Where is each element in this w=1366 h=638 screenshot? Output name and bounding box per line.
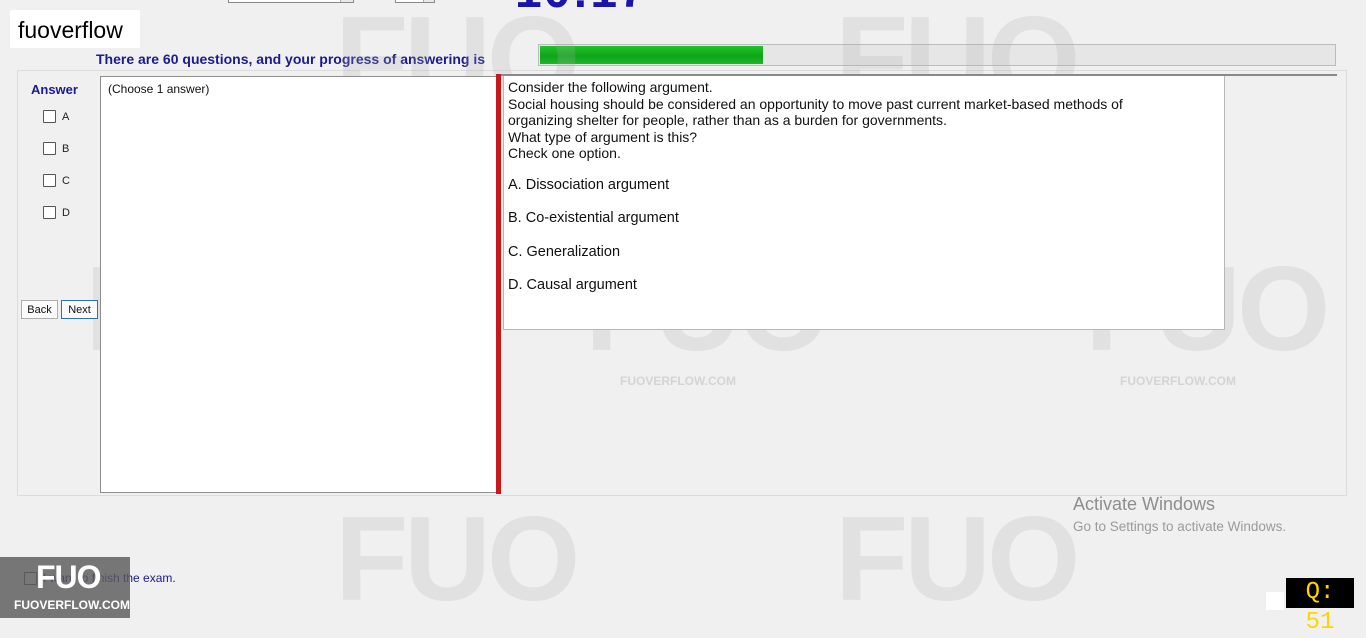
option-label: D: [62, 206, 70, 219]
progress-label: There are 60 questions, and your progres…: [96, 51, 485, 67]
checkbox[interactable]: [43, 142, 56, 155]
chevron-down-icon[interactable]: [423, 0, 434, 2]
question-option: A. Dissociation argument: [508, 177, 670, 193]
question-line: Social housing should be considered an o…: [508, 95, 1123, 112]
top-field-2[interactable]: [395, 0, 435, 3]
progress-fill: [540, 46, 763, 64]
next-button[interactable]: Next: [61, 300, 98, 319]
back-button[interactable]: Back: [21, 300, 58, 319]
choose-hint: (Choose 1 answer): [108, 82, 210, 96]
checkbox[interactable]: [43, 110, 56, 123]
activate-windows-title: Activate Windows: [1073, 494, 1216, 514]
question-line: What type of argument is this?: [508, 128, 698, 145]
top-field-1[interactable]: [228, 0, 354, 3]
activate-windows-subtitle: Go to Settings to activate Windows.: [1073, 519, 1287, 534]
question-line: organizing shelter for people, rather th…: [508, 112, 947, 128]
answer-hint-pane: (Choose 1 answer): [100, 76, 497, 493]
answer-option-b[interactable]: B: [43, 142, 69, 155]
answer-title: Answer: [31, 82, 78, 97]
answer-option-a[interactable]: A: [43, 110, 69, 123]
question-line: Check one option.: [508, 145, 621, 161]
question-option: C. Generalization: [508, 244, 621, 260]
option-label: C: [62, 174, 70, 187]
option-label: A: [62, 110, 70, 123]
progress-bar: [538, 44, 1336, 66]
exam-timer: 10:17: [515, 0, 648, 14]
question-option: D. Causal argument: [508, 277, 637, 293]
brand-label: fuoverflow: [10, 10, 140, 48]
answer-option-c[interactable]: C: [43, 174, 70, 187]
option-label: B: [62, 142, 70, 155]
question-text: Consider the following argument. Social …: [508, 79, 1208, 162]
checkbox[interactable]: [43, 206, 56, 219]
question-number-badge: Q: 51: [1286, 578, 1354, 636]
question-line: Consider the following argument.: [508, 79, 713, 95]
splitter[interactable]: [496, 74, 501, 494]
logo-mark: FUO: [36, 559, 102, 595]
fuo-logo: FUO FUOVERFLOW.COM: [0, 557, 130, 618]
watermark-logo: FUO: [335, 492, 580, 626]
question-option: B. Co-existential argument: [508, 210, 679, 226]
checkbox[interactable]: [43, 174, 56, 187]
indicator: [1266, 592, 1284, 610]
logo-text: FUOVERFLOW.COM: [14, 598, 130, 612]
answer-option-d[interactable]: D: [43, 206, 70, 219]
chevron-down-icon[interactable]: [340, 0, 353, 2]
question-pane: Consider the following argument. Social …: [503, 76, 1225, 330]
watermark-logo: FUO: [835, 492, 1080, 626]
